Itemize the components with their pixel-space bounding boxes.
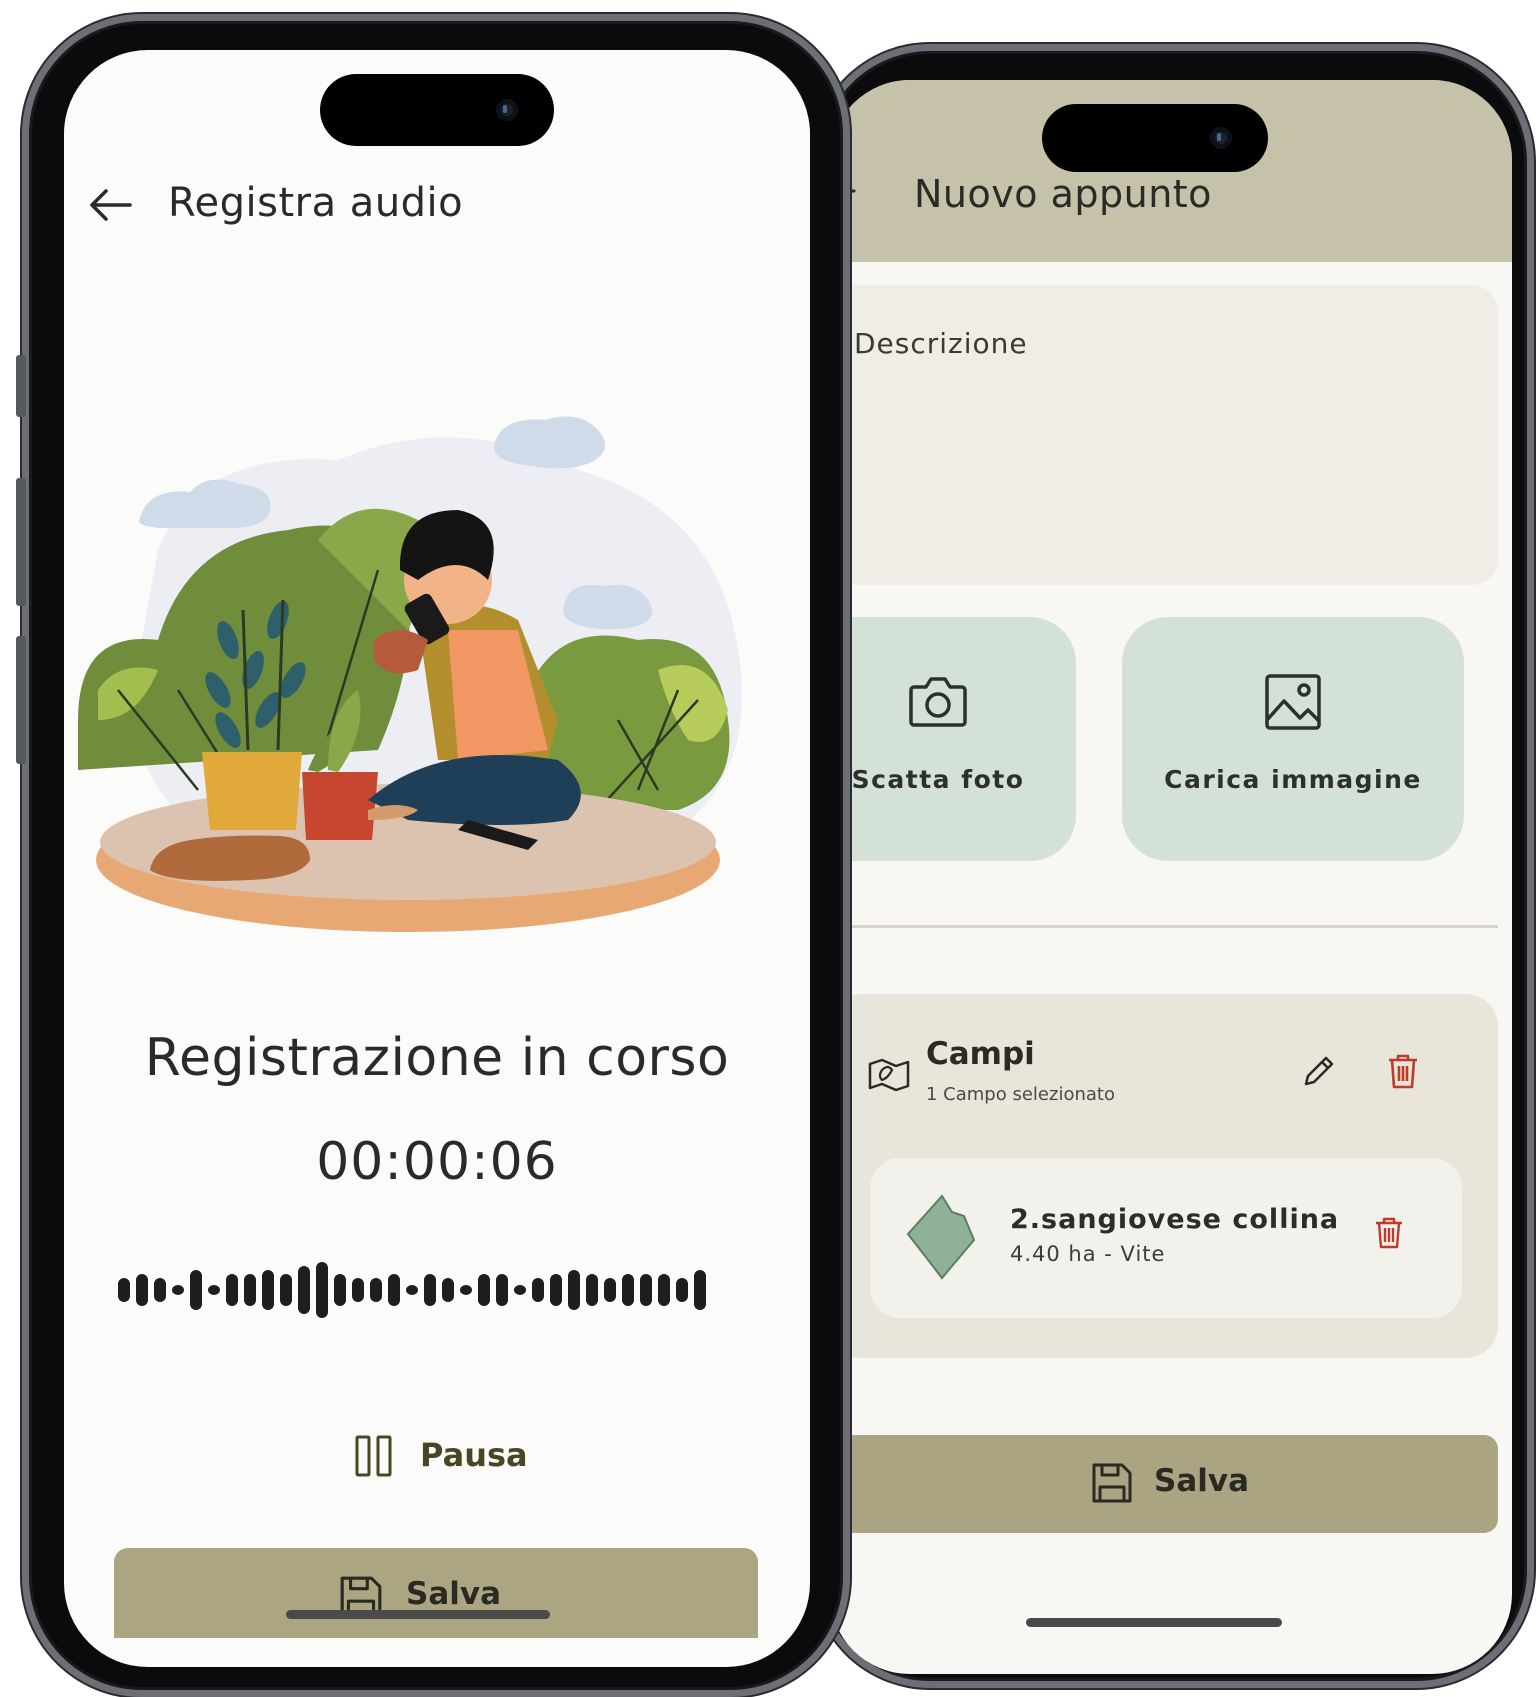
field-meta: 4.40 ha - Vite — [1010, 1242, 1166, 1266]
waveform-bar — [622, 1274, 634, 1306]
page-title: Nuovo appunto — [914, 172, 1212, 216]
phone-side-button — [16, 478, 26, 606]
front-camera — [1210, 127, 1232, 149]
edit-pencil-icon[interactable] — [1300, 1052, 1338, 1090]
description-label: Descrizione — [854, 327, 1028, 360]
waveform-bar — [676, 1278, 688, 1302]
waveform-bar — [406, 1285, 418, 1295]
waveform-bar — [514, 1285, 526, 1295]
delete-trash-icon[interactable] — [1386, 1052, 1420, 1090]
save-button-front[interactable]: Salva — [114, 1548, 758, 1638]
waveform-bar — [244, 1274, 256, 1306]
waveform-bar — [262, 1270, 274, 1310]
gardener-illustration — [78, 416, 742, 932]
take-photo-label: Scatta foto — [851, 765, 1025, 794]
screen-registra-audio: Registra audio Registrazione in corso 00… — [64, 50, 810, 1667]
waveform-bar — [694, 1270, 706, 1310]
page-title: Registra audio — [168, 180, 464, 226]
pause-icon — [355, 1435, 392, 1477]
description-input[interactable]: Descrizione — [830, 285, 1498, 585]
waveform-bar — [568, 1270, 580, 1310]
waveform-bar — [136, 1274, 148, 1306]
floppy-disk-icon — [1092, 1463, 1132, 1503]
pause-label: Pausa — [420, 1436, 528, 1474]
field-list-item[interactable]: 2.sangiovese collina 4.40 ha - Vite — [870, 1158, 1462, 1318]
home-indicator — [1026, 1618, 1282, 1627]
fields-card: Campi 1 Campo selezionato 2.sangiovese c… — [830, 994, 1498, 1358]
waveform-bar — [190, 1270, 202, 1310]
upload-image-label: Carica immagine — [1164, 765, 1422, 794]
waveform-bar — [658, 1274, 670, 1306]
waveform-bar — [208, 1285, 220, 1295]
waveform-bar — [586, 1274, 598, 1306]
waveform-bar — [118, 1278, 130, 1302]
save-label-back: Salva — [1154, 1463, 1249, 1499]
recording-status: Registrazione in corso — [144, 1028, 730, 1088]
waveform-bar — [280, 1274, 292, 1306]
waveform-bar — [388, 1274, 400, 1306]
dynamic-island — [320, 74, 554, 146]
recording-timer: 00:00:06 — [316, 1132, 558, 1192]
image-icon — [1265, 674, 1321, 730]
waveform-bar — [370, 1278, 382, 1302]
waveform-bar — [640, 1274, 652, 1306]
waveform-bar — [424, 1274, 436, 1306]
save-label-front: Salva — [406, 1576, 501, 1612]
home-indicator — [286, 1610, 550, 1619]
waveform-bar — [532, 1278, 544, 1302]
upload-image-button[interactable]: Carica immagine — [1122, 617, 1464, 861]
waveform-bar — [496, 1274, 508, 1306]
waveform-bar — [478, 1274, 490, 1306]
camera-icon — [909, 677, 967, 727]
fields-title: Campi — [926, 1036, 1035, 1072]
waveform-bar — [352, 1278, 364, 1302]
phone-side-button — [16, 636, 26, 764]
field-map-icon — [868, 1058, 910, 1092]
waveform-bar — [334, 1274, 346, 1306]
save-button-back[interactable]: Salva — [830, 1435, 1498, 1533]
dynamic-island — [1042, 104, 1268, 172]
waveform-bar — [604, 1278, 616, 1302]
take-photo-button[interactable]: Scatta foto — [830, 617, 1076, 861]
front-camera — [496, 99, 518, 121]
waveform-bar — [460, 1285, 472, 1295]
audio-waveform — [118, 1262, 706, 1318]
field-name: 2.sangiovese collina — [1010, 1204, 1340, 1235]
pause-button[interactable]: Pausa — [354, 1432, 544, 1482]
divider — [830, 925, 1498, 928]
phone-side-button — [16, 355, 26, 417]
back-arrow-icon[interactable] — [88, 188, 132, 222]
waveform-bar — [316, 1262, 328, 1318]
waveform-bar — [226, 1274, 238, 1306]
waveform-bar — [550, 1274, 562, 1306]
field-shape-icon — [906, 1194, 976, 1280]
waveform-bar — [172, 1285, 184, 1295]
fields-subtitle: 1 Campo selezionato — [926, 1084, 1115, 1105]
waveform-bar — [298, 1266, 310, 1314]
waveform-bar — [442, 1278, 454, 1302]
waveform-bar — [154, 1278, 166, 1302]
delete-field-trash-icon[interactable] — [1374, 1216, 1404, 1250]
screen-nuovo-appunto: Nuovo appunto Descrizione Scatta foto Ca… — [830, 80, 1512, 1674]
